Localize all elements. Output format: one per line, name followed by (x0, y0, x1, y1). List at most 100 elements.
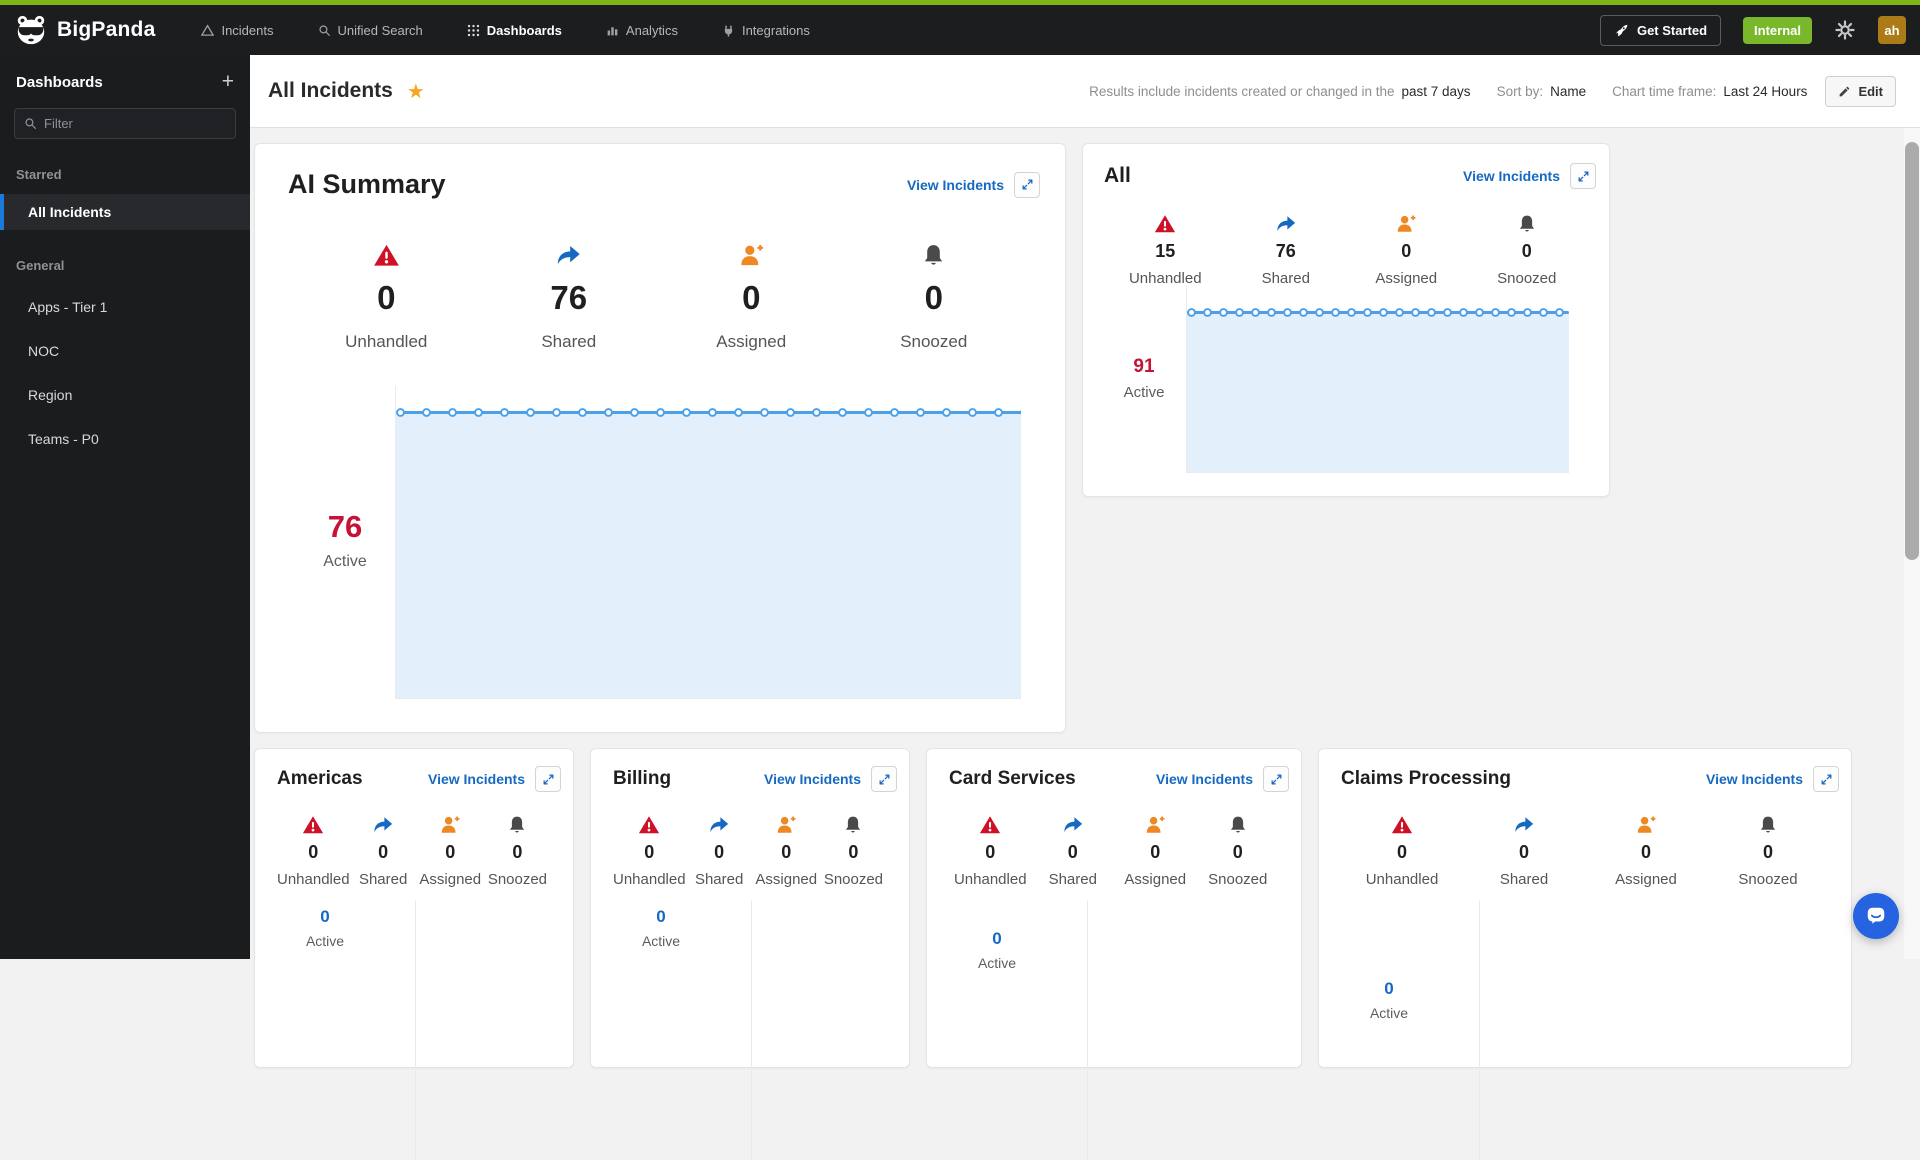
share-arrow-icon (1062, 814, 1084, 836)
view-incidents-link[interactable]: View Incidents (428, 771, 525, 787)
stat-unhandled: 0 Unhandled (277, 814, 350, 888)
sidebar-item-apps-tier-1[interactable]: Apps - Tier 1 (0, 285, 250, 329)
stat-snoozed: 0 Snoozed (1197, 814, 1280, 888)
chart-flat-line (1187, 308, 1569, 317)
active-value: 76 (327, 509, 363, 544)
expand-button[interactable] (1014, 171, 1040, 198)
stat-value: 0 (377, 279, 396, 316)
view-incidents-link[interactable]: View Incidents (1706, 771, 1803, 787)
nav-item-unified-search[interactable]: Unified Search (318, 23, 423, 38)
active-count: 91 Active (1101, 356, 1187, 401)
stat-value: 0 (714, 842, 725, 862)
dashboard-card-all: All View Incidents 15 Unhandled 76 Share… (1082, 143, 1610, 497)
assign-user-icon (738, 242, 765, 269)
active-count: 76 Active (283, 509, 407, 571)
bigpanda-logo[interactable]: BigPanda (14, 13, 155, 47)
gear-icon[interactable] (1834, 19, 1856, 41)
meta-range: past 7 days (1401, 83, 1471, 99)
dashboard-card-billing: Billing View Incidents 0 Unhandled 0 Sha… (590, 748, 910, 1160)
card-title: Billing (613, 768, 672, 789)
rocket-icon (1615, 24, 1628, 36)
stat-value: 0 (1067, 842, 1078, 862)
stat-label: Shared (694, 871, 744, 888)
stat-unhandled: 15 Unhandled (1105, 213, 1226, 287)
stat-assigned: 0 Assigned (1585, 814, 1707, 888)
nav-item-dashboards[interactable]: Dashboards (467, 23, 562, 38)
snooze-bell-icon (506, 814, 528, 836)
view-incidents-link[interactable]: View Incidents (764, 771, 861, 787)
nav-item-analytics[interactable]: Analytics (606, 23, 678, 38)
stat-value: 0 (1150, 842, 1161, 862)
assign-user-icon (1395, 213, 1417, 235)
stat-label: Assigned (1375, 270, 1438, 287)
stat-value: 15 (1155, 241, 1176, 261)
chat-launcher-button[interactable] (1853, 893, 1899, 939)
expand-button[interactable] (871, 766, 897, 792)
bar-chart-icon (607, 26, 618, 35)
expand-icon (1820, 773, 1833, 786)
active-incidents-trend-chart (1479, 900, 1833, 1160)
stat-unhandled: 0 Unhandled (295, 242, 478, 352)
warning-triangle-icon (638, 814, 660, 836)
active-label: Active (1369, 1005, 1409, 1021)
scrollbar-thumb[interactable] (1905, 142, 1919, 560)
sidebar-item-teams-p0[interactable]: Teams - P0 (0, 417, 250, 461)
expand-icon (1270, 773, 1283, 786)
stat-label: Assigned (1124, 871, 1187, 888)
stat-label: Snoozed (487, 871, 548, 888)
expand-button[interactable] (1570, 163, 1596, 189)
chat-bubble-icon (1867, 907, 1885, 924)
nav-item-incidents[interactable]: Incidents (201, 23, 274, 38)
edit-button[interactable]: Edit (1825, 75, 1896, 107)
stat-value: 0 (1401, 241, 1412, 261)
section-label-general: General (16, 258, 65, 273)
chart-area-fill (1187, 312, 1569, 472)
expand-button[interactable] (1263, 766, 1289, 792)
top-navigation-bar: BigPanda Incidents Unified Search Dashbo… (0, 0, 1920, 55)
dashboard-card-card-services: Card Services View Incidents 0 Unhandled… (926, 748, 1302, 1160)
stat-label: Assigned (716, 332, 787, 351)
get-started-button[interactable]: Get Started (1599, 14, 1722, 46)
stat-shared: 76 Shared (478, 242, 661, 352)
sidebar-item-region[interactable]: Region (0, 373, 250, 417)
expand-button[interactable] (535, 766, 561, 792)
environment-badge: Internal (1743, 16, 1812, 44)
add-dashboard-button[interactable]: + (222, 71, 234, 92)
user-avatar[interactable]: ah (1878, 16, 1906, 44)
view-incidents-link[interactable]: View Incidents (1156, 771, 1253, 787)
sidebar-item-all-incidents[interactable]: All Incidents (0, 194, 250, 230)
nav-item-integrations[interactable]: Integrations (722, 23, 810, 38)
filter-input[interactable] (44, 116, 226, 131)
stat-assigned: 0 Assigned (1346, 213, 1467, 287)
expand-button[interactable] (1813, 766, 1839, 792)
timeframe-label: Chart time frame: (1612, 83, 1717, 99)
card-title: All (1104, 164, 1131, 187)
stat-value: 0 (445, 842, 456, 862)
sidebar-item-noc[interactable]: NOC (0, 329, 250, 373)
stat-value: 0 (781, 842, 792, 862)
active-count: 0 Active (943, 929, 1051, 971)
snooze-bell-icon (1757, 814, 1779, 836)
dashboard-card-americas: Americas View Incidents 0 Unhandled 0 Sh… (254, 748, 574, 1160)
stat-label: Assigned (419, 871, 482, 888)
stat-label: Unhandled (1128, 270, 1202, 287)
warning-triangle-icon (979, 814, 1001, 836)
expand-icon (1577, 170, 1590, 183)
search-icon (318, 24, 331, 37)
active-incidents-trend-chart (751, 900, 891, 1160)
incident-stats-row: 0 Unhandled 76 Shared 0 Assigned 0 Snooz… (295, 242, 1025, 352)
active-value: 0 (1384, 979, 1394, 998)
active-label: Active (323, 553, 367, 570)
page-title: All Incidents (268, 79, 393, 102)
favorite-star-icon[interactable]: ★ (407, 79, 425, 104)
view-incidents-link[interactable]: View Incidents (907, 177, 1004, 193)
view-incidents-link[interactable]: View Incidents (1463, 168, 1560, 184)
stat-assigned: 0 Assigned (417, 814, 484, 888)
incident-stats-row: 15 Unhandled 76 Shared 0 Assigned 0 Snoo… (1105, 213, 1587, 287)
dashboards-sidebar: Dashboards + Starred All Incidents Gener… (0, 55, 250, 959)
stat-value: 0 (924, 279, 943, 316)
incident-stats-row: 0 Unhandled 0 Shared 0 Assigned 0 Snooze… (277, 814, 551, 888)
dashboard-card-ai-summary: AI Summary View Incidents 0 Unhandled 76… (254, 143, 1066, 733)
card-title: Card Services (949, 768, 1076, 789)
primary-nav: Incidents Unified Search Dashboards Anal… (201, 23, 810, 38)
